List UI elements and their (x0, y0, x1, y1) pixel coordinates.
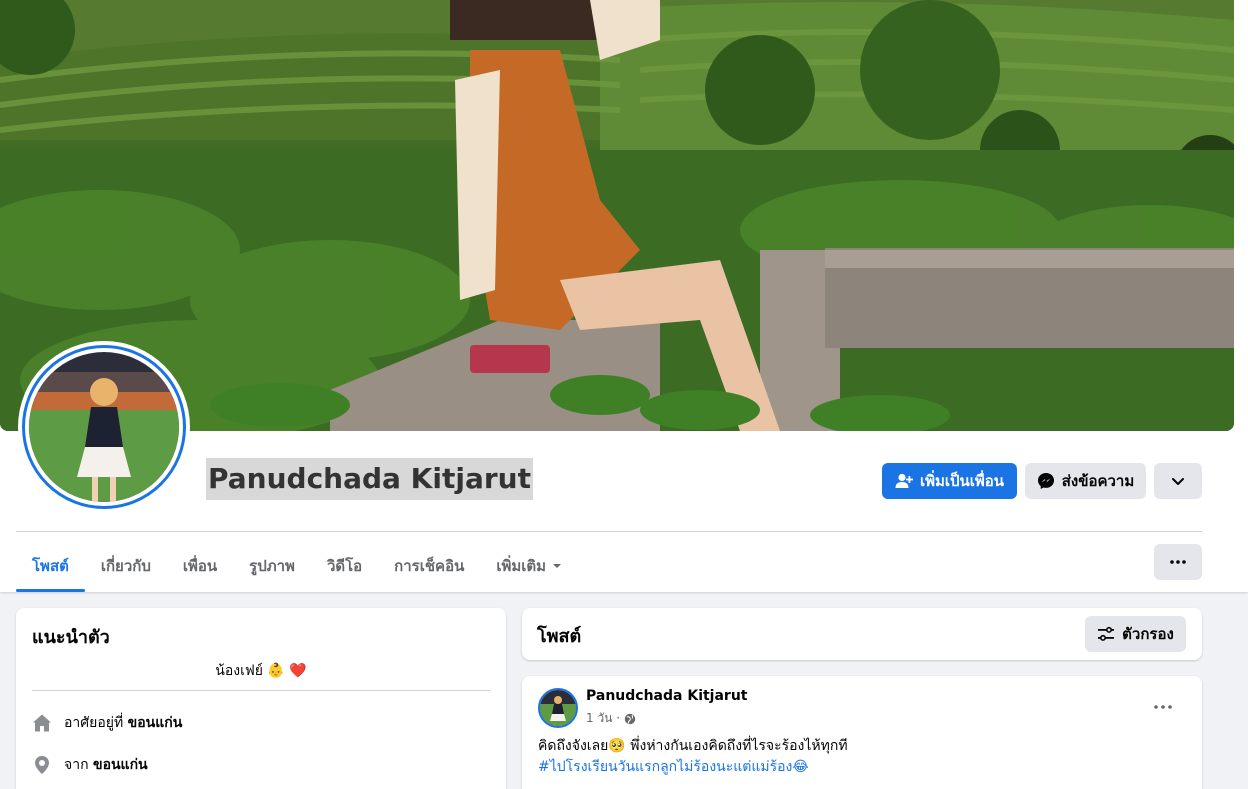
post-text: คิดถึงจังเลย🥺 พึ่งห่างกันเองคิดถึงที่ไรจ… (538, 738, 848, 754)
profile-header: Panudchada Kitjarut เพิ่มเป็นเพื่อน ส่งข… (0, 0, 1248, 592)
tab-label: การเช็คอิน (394, 557, 465, 575)
caret-down-icon (553, 564, 562, 568)
tab-label: เพิ่มเติม (496, 557, 547, 575)
tab-friends[interactable]: เพื่อน (167, 540, 233, 592)
posts-header-card: โพสต์ ตัวกรอง (522, 608, 1202, 660)
post-author-avatar[interactable] (538, 688, 578, 728)
tab-about[interactable]: เกี่ยวกับ (85, 540, 167, 592)
intro-card: แนะนำตัว น้องเฟย์ 👶 ❤️ อาศัยอยู่ที่ ขอนแ… (16, 608, 506, 789)
intro-bio: น้องเฟย์ 👶 ❤️ (215, 663, 307, 679)
tab-label: เพื่อน (182, 557, 218, 575)
profile-avatar-ring (18, 341, 190, 513)
intro-divider (32, 690, 490, 691)
profile-avatar[interactable] (22, 345, 186, 509)
from-value[interactable]: ขอนแก่น (93, 757, 148, 773)
intro-from: จาก ขอนแก่น (32, 753, 148, 777)
from-prefix: จาก (64, 757, 89, 773)
more-dots-icon (1170, 560, 1186, 564)
post-options-button[interactable] (1154, 694, 1172, 713)
profile-avatar-photo (29, 352, 179, 502)
post-author-name[interactable]: Panudchada Kitjarut (586, 688, 748, 704)
filter-label: ตัวกรอง (1122, 625, 1174, 643)
profile-name: Panudchada Kitjarut (206, 458, 533, 500)
tab-checkins[interactable]: การเช็คอิน (378, 540, 480, 592)
home-icon (33, 714, 51, 732)
post-time[interactable]: 1 วัน · (586, 709, 620, 728)
filter-icon (1098, 626, 1115, 641)
add-friend-icon (895, 473, 913, 488)
tab-photos[interactable]: รูปภาพ (233, 540, 311, 592)
add-friend-button[interactable]: เพิ่มเป็นเพื่อน (882, 463, 1017, 499)
profile-options-dropdown[interactable] (1154, 463, 1202, 499)
cover-photo-illustration (0, 0, 1234, 431)
location-pin-icon (35, 756, 49, 774)
intro-lives-in: อาศัยอยู่ที่ ขอนแก่น (32, 711, 182, 735)
messenger-icon (1037, 473, 1054, 489)
profile-tabs: โพสต์ เกี่ยวกับ เพื่อน รูปภาพ วิดีโอ การ… (16, 540, 578, 592)
message-label: ส่งข้อความ (1061, 472, 1135, 490)
chevron-down-icon (1172, 478, 1184, 485)
post-hashtag[interactable]: #ไปโรงเรียนวันแรกลูกไม่ร้องนะแต่แม่ร้อง😂 (538, 757, 809, 778)
tabs-more-options-button[interactable] (1154, 544, 1202, 580)
header-divider (16, 531, 1202, 532)
posts-title: โพสต์ (537, 626, 582, 647)
filter-button[interactable]: ตัวกรอง (1085, 616, 1186, 652)
tab-videos[interactable]: วิดีโอ (311, 540, 378, 592)
message-button[interactable]: ส่งข้อความ (1025, 463, 1146, 499)
tab-posts[interactable]: โพสต์ (16, 540, 85, 592)
tab-label: วิดีโอ (326, 557, 363, 575)
tab-label: รูปภาพ (249, 557, 295, 575)
more-dots-icon (1154, 705, 1172, 709)
intro-title: แนะนำตัว (32, 627, 110, 648)
post-card: Panudchada Kitjarut 1 วัน · คิดถึงจังเลย… (522, 676, 1202, 789)
cover-photo[interactable] (0, 0, 1234, 431)
add-friend-label: เพิ่มเป็นเพื่อน (919, 472, 1005, 490)
tab-label: โพสต์ (32, 557, 69, 575)
lives-in-prefix: อาศัยอยู่ที่ (64, 715, 124, 731)
tab-label: เกี่ยวกับ (100, 557, 151, 575)
globe-icon (624, 713, 636, 724)
post-meta: 1 วัน · (586, 709, 636, 728)
tab-more[interactable]: เพิ่มเติม (480, 540, 578, 592)
lives-in-value[interactable]: ขอนแก่น (128, 715, 183, 731)
